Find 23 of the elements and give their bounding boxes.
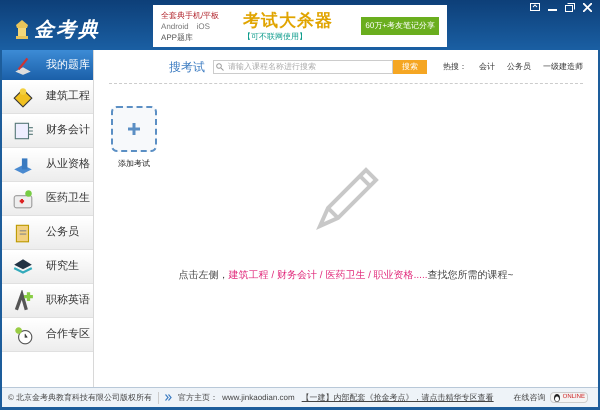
search-label: 搜考试 <box>169 58 205 76</box>
hot-label: 热搜： <box>443 60 467 72</box>
hot-search-link[interactable]: 会计 <box>479 60 495 72</box>
ad-note: 【可不联网使用】 <box>243 30 307 42</box>
search-field[interactable]: 请输入课程名称进行搜索 <box>213 60 393 74</box>
copyright-text: © 北京金考典教育科技有限公司版权所有 <box>2 392 160 404</box>
site-label: 官方主页： <box>178 392 218 404</box>
hint-text: 点击左侧，建筑工程 / 财务会计 / 医药卫生 / 职业资格.....查找您所需的课程~ <box>178 268 514 283</box>
ad-text: APP题库 <box>161 32 194 42</box>
notice-link[interactable]: 【一建】内部配套《抢金考点》，请点击精华专区查看 <box>302 392 494 404</box>
ad-badge: 60万+考友笔记分享 <box>361 17 439 35</box>
platform-label: iOS <box>196 20 210 32</box>
ad-headline: 考试大杀器 <box>243 10 333 30</box>
hot-search-link[interactable]: 公务员 <box>507 60 531 72</box>
app-logo: 金考典 <box>34 16 100 43</box>
consult-label: 在线咨询 <box>514 392 546 404</box>
site-link[interactable]: www.jinkaodian.com <box>222 392 295 404</box>
ad-text: 全套典手机/平板 <box>161 10 220 20</box>
ad-banner[interactable]: 全套典手机/平板 Android iOS APP题库 考试大杀器 【可不联网使用】 60万+考友笔记分享 <box>153 5 447 47</box>
hot-search-link[interactable]: 一级建造师 <box>543 60 583 72</box>
platform-label: Android <box>161 20 189 32</box>
sidebar-item[interactable]: 我的题库 <box>2 50 93 80</box>
add-exam-label: 添加考试 <box>118 158 150 170</box>
